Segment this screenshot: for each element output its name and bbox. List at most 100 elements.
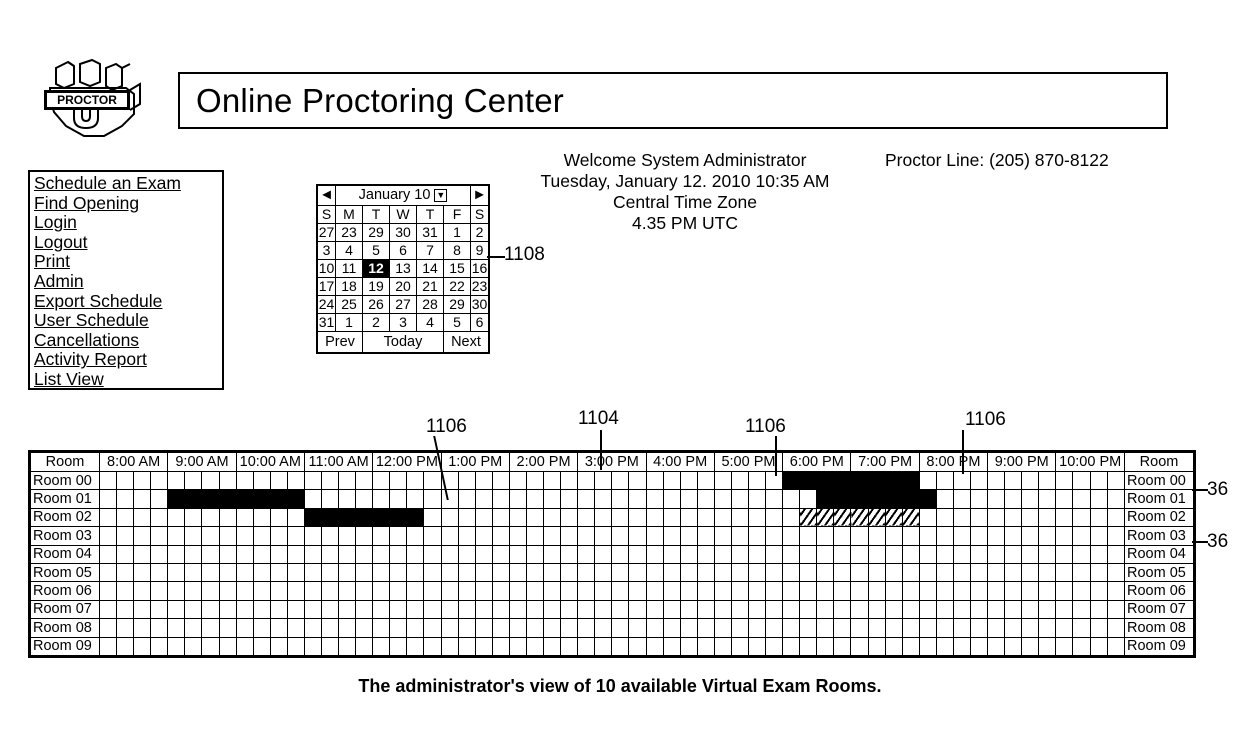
calendar-next-arrow-icon[interactable]: ►: [470, 185, 489, 206]
booked-slot[interactable]: [355, 507, 374, 528]
free-slot[interactable]: [696, 581, 715, 601]
free-slot[interactable]: [269, 507, 288, 528]
free-slot[interactable]: [867, 636, 886, 657]
free-slot[interactable]: [577, 581, 596, 601]
free-slot[interactable]: [525, 562, 545, 583]
free-slot[interactable]: [525, 470, 545, 491]
free-slot[interactable]: [543, 618, 562, 638]
free-slot[interactable]: [252, 636, 271, 657]
free-slot[interactable]: [594, 489, 613, 509]
free-slot[interactable]: [440, 544, 459, 564]
free-slot[interactable]: [628, 470, 647, 491]
free-slot[interactable]: [611, 599, 630, 620]
calendar-day-cell[interactable]: 5: [443, 313, 471, 332]
free-slot[interactable]: [730, 489, 749, 509]
free-slot[interactable]: [884, 562, 903, 583]
free-slot[interactable]: [201, 507, 220, 528]
free-slot[interactable]: [799, 544, 818, 564]
free-slot[interactable]: [1038, 489, 1057, 509]
booked-slot[interactable]: [321, 507, 340, 528]
free-slot[interactable]: [679, 544, 698, 564]
free-slot[interactable]: [952, 544, 971, 564]
free-slot[interactable]: [116, 544, 135, 564]
free-slot[interactable]: [713, 526, 732, 546]
free-slot[interactable]: [508, 618, 527, 638]
free-slot[interactable]: [1038, 544, 1057, 564]
calendar-day-cell[interactable]: 3: [317, 241, 336, 260]
room-label-left[interactable]: Room 07: [30, 599, 100, 620]
free-slot[interactable]: [116, 489, 135, 509]
tentative-slot[interactable]: [867, 507, 886, 528]
free-slot[interactable]: [1106, 581, 1126, 601]
free-slot[interactable]: [918, 526, 937, 546]
free-slot[interactable]: [1089, 562, 1108, 583]
free-slot[interactable]: [1106, 562, 1126, 583]
free-slot[interactable]: [508, 470, 527, 491]
date-picker-calendar[interactable]: ◄ January 10 ▼ ► S M T W T F S 27 23 29 30 31 1 2 3 4 5 6 7 8 9…: [316, 184, 490, 354]
free-slot[interactable]: [1106, 489, 1126, 509]
booked-slot[interactable]: [406, 507, 425, 528]
free-slot[interactable]: [150, 562, 169, 583]
free-slot[interactable]: [440, 636, 459, 657]
free-slot[interactable]: [150, 636, 169, 657]
free-slot[interactable]: [935, 562, 954, 583]
free-slot[interactable]: [286, 544, 305, 564]
free-slot[interactable]: [867, 562, 886, 583]
free-slot[interactable]: [969, 562, 989, 583]
free-slot[interactable]: [867, 618, 886, 638]
free-slot[interactable]: [98, 599, 118, 620]
calendar-day-cell[interactable]: 30: [470, 295, 489, 314]
free-slot[interactable]: [338, 599, 357, 620]
free-slot[interactable]: [406, 562, 425, 583]
free-slot[interactable]: [560, 562, 579, 583]
free-slot[interactable]: [969, 526, 989, 546]
free-slot[interactable]: [713, 470, 732, 491]
free-slot[interactable]: [1021, 470, 1040, 491]
free-slot[interactable]: [286, 470, 305, 491]
tentative-slot[interactable]: [901, 507, 920, 528]
free-slot[interactable]: [918, 599, 937, 620]
free-slot[interactable]: [286, 636, 305, 657]
free-slot[interactable]: [935, 544, 954, 564]
free-slot[interactable]: [696, 470, 715, 491]
free-slot[interactable]: [765, 507, 784, 528]
free-slot[interactable]: [816, 562, 835, 583]
calendar-day-cell[interactable]: 24: [317, 295, 336, 314]
free-slot[interactable]: [884, 581, 903, 601]
free-slot[interactable]: [184, 526, 203, 546]
free-slot[interactable]: [833, 599, 852, 620]
free-slot[interactable]: [201, 618, 220, 638]
room-label-left[interactable]: Room 04: [30, 544, 100, 564]
free-slot[interactable]: [491, 470, 510, 491]
free-slot[interactable]: [1106, 599, 1126, 620]
free-slot[interactable]: [98, 489, 118, 509]
free-slot[interactable]: [235, 618, 254, 638]
free-slot[interactable]: [389, 636, 408, 657]
free-slot[interactable]: [1106, 618, 1126, 638]
free-slot[interactable]: [1004, 470, 1023, 491]
free-slot[interactable]: [525, 489, 545, 509]
free-slot[interactable]: [389, 544, 408, 564]
free-slot[interactable]: [252, 581, 271, 601]
free-slot[interactable]: [713, 636, 732, 657]
free-slot[interactable]: [406, 470, 425, 491]
room-label-left[interactable]: Room 00: [30, 470, 100, 491]
free-slot[interactable]: [594, 618, 613, 638]
free-slot[interactable]: [987, 544, 1006, 564]
free-slot[interactable]: [969, 618, 989, 638]
booked-slot[interactable]: [218, 489, 237, 509]
free-slot[interactable]: [286, 599, 305, 620]
free-slot[interactable]: [645, 507, 664, 528]
free-slot[interactable]: [577, 507, 596, 528]
free-slot[interactable]: [1089, 618, 1108, 638]
free-slot[interactable]: [952, 562, 971, 583]
free-slot[interactable]: [491, 526, 510, 546]
free-slot[interactable]: [269, 562, 288, 583]
free-slot[interactable]: [662, 562, 681, 583]
booked-slot[interactable]: [918, 489, 937, 509]
free-slot[interactable]: [594, 636, 613, 657]
free-slot[interactable]: [184, 599, 203, 620]
free-slot[interactable]: [577, 599, 596, 620]
free-slot[interactable]: [321, 599, 340, 620]
free-slot[interactable]: [952, 636, 971, 657]
